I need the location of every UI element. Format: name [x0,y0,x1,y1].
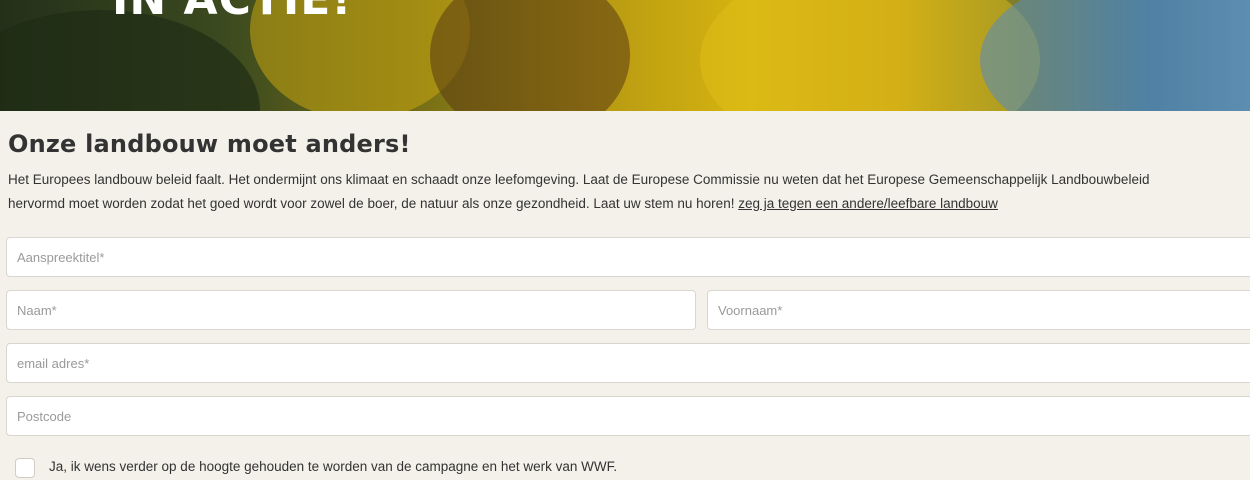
lastname-field[interactable] [6,290,696,330]
newsletter-checkbox[interactable] [15,458,35,478]
page-title: Onze landbouw moet anders! [8,130,411,158]
hero-photo-sky [980,0,1250,111]
hero-banner: IN ACTIE! [0,0,1250,111]
email-field[interactable] [6,343,1250,383]
hero-photo-leaf [0,10,260,111]
intro-line-2: hervormd moet worden zodat het goed word… [8,192,1250,216]
hero-photo-flower-center [430,0,630,111]
intro-line-2-text: hervormd moet worden zodat het goed word… [8,196,735,211]
campaign-section: Onze landbouw moet anders! Het Europees … [8,130,1250,216]
hero-title: IN ACTIE! [112,0,352,25]
firstname-field[interactable] [707,290,1250,330]
petition-link[interactable]: zeg ja tegen een andere/leefbare landbou… [738,196,998,211]
intro-text: Het Europees landbouw beleid faalt. Het … [8,168,1250,216]
newsletter-label: Ja, ik wens verder op de hoogte gehouden… [49,459,618,474]
postcode-field[interactable] [6,396,1250,436]
intro-line-1: Het Europees landbouw beleid faalt. Het … [8,172,1150,187]
title-field[interactable] [6,237,1250,277]
